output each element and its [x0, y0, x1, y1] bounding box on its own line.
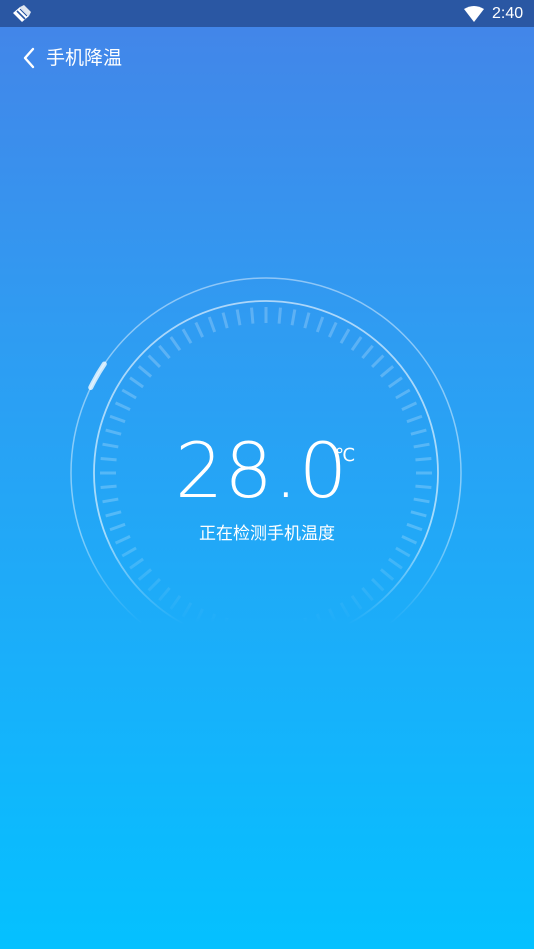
gauge-tick [415, 457, 432, 462]
gauge-tick [379, 365, 395, 378]
status-time: 2:40 [492, 5, 524, 22]
gauge-tick [401, 401, 418, 411]
gauge-tick [129, 557, 144, 570]
gauge-tick [315, 316, 325, 333]
gauge-tick [147, 354, 161, 368]
gauge-tick [339, 602, 351, 618]
gauge-tick [413, 442, 430, 449]
gauge-tick [121, 546, 137, 558]
phone-cooling-screen: 2:40 手机降温 28.0 ℃ 正在检测手机温度 [0, 0, 534, 949]
chevron-left-icon[interactable] [20, 46, 38, 70]
gauge-tick [114, 401, 131, 411]
gauge-tick [303, 617, 311, 634]
gauge-tick [158, 586, 171, 602]
gauge-tick [379, 568, 395, 581]
gauge-tick [277, 307, 282, 324]
gauge-tick [102, 442, 119, 449]
gauge-tick [371, 578, 385, 592]
gauge-tick [221, 312, 229, 329]
gauge-tick [410, 428, 427, 436]
gauge-indicator [88, 361, 107, 391]
gauge-tick [181, 328, 193, 344]
gauge-tick [109, 414, 126, 424]
gauge-tick [361, 344, 374, 360]
gauge-tick [290, 620, 297, 637]
temperature-value: 28.0 [175, 426, 349, 515]
detecting-status-text: 正在检测手机温度 [199, 524, 335, 544]
gauge-tick [339, 328, 351, 344]
page-title: 手机降温 [46, 47, 123, 69]
notification-app-icon [13, 5, 31, 22]
temperature-unit: ℃ [335, 445, 356, 466]
gauge-tick [158, 344, 171, 360]
gauge-tick [169, 595, 182, 610]
gauge-tick [207, 613, 217, 630]
gauge-tick [328, 321, 338, 338]
gauge-tick [181, 602, 193, 618]
gauge-tick [194, 321, 204, 338]
gauge-tick [371, 354, 385, 368]
gauge-tick [315, 613, 325, 630]
gauge-tick [361, 586, 374, 602]
gauge-tick [102, 497, 119, 504]
gauge-tick [105, 510, 122, 518]
gauge-tick [290, 309, 297, 326]
gauge-tick [406, 414, 423, 424]
gauge-tick [235, 309, 242, 326]
gauge-tick [169, 336, 182, 351]
gauge-tick [413, 497, 430, 504]
gauge-tick [105, 428, 122, 436]
gauge-tick [250, 622, 255, 639]
gauge-tick [194, 608, 204, 625]
gauge-tick [328, 608, 338, 625]
gauge-tick [395, 388, 411, 400]
gauge-tick [350, 336, 363, 351]
gauge-tick [207, 316, 217, 333]
wifi-icon [464, 6, 484, 22]
gauge-tick [137, 568, 153, 581]
gauge-tick [100, 457, 117, 462]
gauge-tick [235, 620, 242, 637]
status-bar: 2:40 [0, 0, 534, 27]
gauge-tick [221, 617, 229, 634]
gauge-tick [121, 388, 137, 400]
gauge-tick [410, 510, 427, 518]
gauge-tick [147, 578, 161, 592]
gauge-tick [395, 546, 411, 558]
gauge-tick [100, 484, 117, 489]
gauge-tick [388, 557, 403, 570]
gauge-tick [388, 376, 403, 389]
gauge-tick [250, 307, 255, 324]
gauge-tick [137, 365, 153, 378]
gauge-tick [350, 595, 363, 610]
gauge-tick [277, 622, 282, 639]
gauge-tick [129, 376, 144, 389]
gauge-tick [303, 312, 311, 329]
gauge-tick [415, 484, 432, 489]
